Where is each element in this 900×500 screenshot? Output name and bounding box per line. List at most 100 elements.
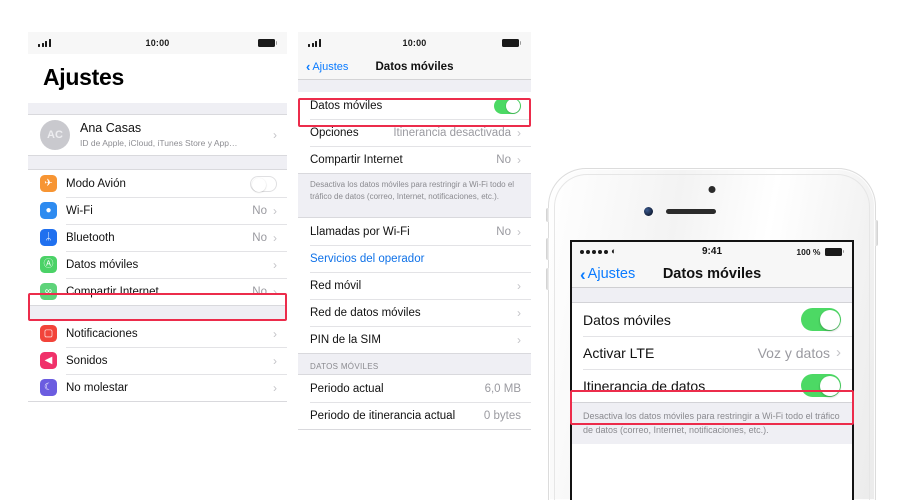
list-item[interactable]: ● Wi-Fi No › xyxy=(28,197,287,224)
list-item[interactable]: ▢ Notificaciones › xyxy=(28,320,287,347)
chevron-left-icon: ‹ xyxy=(306,59,311,74)
list-item[interactable]: Ⓐ Datos móviles › xyxy=(28,251,287,278)
notifications-group: ▢ Notificaciones › ◀ Sonidos › ☾ No molestar › xyxy=(28,319,287,402)
power-button[interactable] xyxy=(875,220,878,246)
earpiece-speaker-icon xyxy=(666,209,716,214)
list-item-value: Voz y datos xyxy=(757,344,830,361)
chevron-right-icon: › xyxy=(836,344,841,361)
page-title: Ajustes xyxy=(28,54,287,103)
list-item[interactable]: Periodo actual 6,0 MB xyxy=(298,375,531,403)
list-item[interactable]: ◀ Sonidos › xyxy=(28,347,287,374)
section-gap xyxy=(298,80,531,92)
silent-switch[interactable] xyxy=(546,208,549,222)
list-item-label: Datos móviles xyxy=(310,99,383,112)
cellular-main-group: Datos móviles Opciones Itinerancia desacti… xyxy=(298,92,531,174)
airplane-icon: ✈ xyxy=(40,175,57,192)
phone-nav-bar: ‹ Ajustes Datos móviles xyxy=(572,261,852,288)
list-item-label: Compartir Internet xyxy=(66,285,159,298)
list-item-value: No xyxy=(252,285,267,298)
phone-status-bar: ◐ 9:41 100 % xyxy=(572,242,852,261)
list-item-label: Bluetooth xyxy=(66,231,115,244)
wifi-icon: ● xyxy=(40,202,57,219)
list-item[interactable]: Red de datos móviles › xyxy=(298,299,531,327)
chevron-right-icon: › xyxy=(273,257,277,272)
list-item[interactable]: ☾ No molestar › xyxy=(28,374,287,401)
list-item-label: Modo Avión xyxy=(66,177,126,190)
list-item[interactable]: ᛦ Bluetooth No › xyxy=(28,224,287,251)
toggle-switch[interactable] xyxy=(801,374,841,397)
chevron-right-icon: › xyxy=(517,305,521,320)
back-button-label: Ajustes xyxy=(312,60,349,73)
settings-panel-ajustes: 10:00 Ajustes AC Ana Casas ID de Apple, … xyxy=(28,32,287,478)
list-item-label: Red de datos móviles xyxy=(310,306,421,319)
list-item-label: Wi-Fi xyxy=(66,204,93,217)
sounds-icon: ◀ xyxy=(40,352,57,369)
chevron-right-icon: › xyxy=(273,353,277,368)
list-item[interactable]: Activar LTE Voz y datos › xyxy=(572,336,852,369)
notifications-icon: ▢ xyxy=(40,325,57,342)
chevron-right-icon: › xyxy=(273,284,277,299)
list-item[interactable]: Itinerancia de datos xyxy=(572,369,852,402)
usage-group: Periodo actual 6,0 MB Periodo de itineranc… xyxy=(298,374,531,431)
chevron-right-icon: › xyxy=(273,380,277,395)
toggle-switch[interactable] xyxy=(494,97,521,114)
list-item-value: No xyxy=(496,225,511,238)
list-item-value: Itinerancia desactivada xyxy=(393,126,511,139)
account-row[interactable]: AC Ana Casas ID de Apple, iCloud, iTunes… xyxy=(28,115,287,155)
status-bar: 10:00 xyxy=(298,32,531,54)
phone-footnote: Desactiva los datos móviles para restrin… xyxy=(572,403,852,444)
status-time: 10:00 xyxy=(145,38,170,48)
toggle-switch[interactable] xyxy=(801,308,841,331)
list-item[interactable]: Datos móviles xyxy=(572,303,852,336)
chevron-right-icon: › xyxy=(273,203,277,218)
list-item[interactable]: PIN de la SIM › xyxy=(298,326,531,354)
chevron-right-icon: › xyxy=(517,224,521,239)
toggle-knob xyxy=(819,375,840,396)
toggle-knob xyxy=(819,309,840,330)
list-item[interactable]: Compartir Internet No › xyxy=(298,146,531,173)
volume-down-button[interactable] xyxy=(546,268,549,290)
cellular-antenna-icon: Ⓐ xyxy=(40,256,57,273)
chevron-right-icon: › xyxy=(517,152,521,167)
section-gap xyxy=(28,156,287,169)
list-item-label: Servicios del operador xyxy=(310,252,425,265)
list-item[interactable]: Red móvil › xyxy=(298,272,531,300)
list-item-label: Compartir Internet xyxy=(310,153,403,166)
section-header-datos-moviles: DATOS MÓVILES xyxy=(298,354,531,375)
list-item[interactable]: Opciones Itinerancia desactivada › xyxy=(298,119,531,146)
list-item[interactable]: ✈ Modo Avión xyxy=(28,170,287,197)
toggle-switch[interactable] xyxy=(250,175,277,192)
list-item-label: Red móvil xyxy=(310,279,362,292)
list-item-label: PIN de la SIM xyxy=(310,333,381,346)
do-not-disturb-icon: ☾ xyxy=(40,379,57,396)
account-name: Ana Casas xyxy=(80,121,142,136)
list-item[interactable]: Datos móviles xyxy=(298,92,531,119)
list-item[interactable]: Llamadas por Wi-Fi No › xyxy=(298,218,531,246)
volume-up-button[interactable] xyxy=(546,238,549,260)
phone-back-button-label: Ajustes xyxy=(587,266,636,282)
chevron-left-icon: ‹ xyxy=(580,264,586,284)
section-gap xyxy=(28,103,287,114)
section-gap xyxy=(28,306,287,319)
list-item-value: No xyxy=(252,231,267,244)
phone-screen: ◐ 9:41 100 % ‹ Ajustes Datos móviles Dat… xyxy=(570,240,854,500)
list-item-label: No molestar xyxy=(66,381,128,394)
connectivity-group: ✈ Modo Avión ● Wi-Fi No › ᛦ Bluetooth No › Ⓐ Datos … xyxy=(28,169,287,306)
list-item-label: Llamadas por Wi-Fi xyxy=(310,225,410,238)
list-item-label: Periodo actual xyxy=(310,382,384,395)
bluetooth-icon: ᛦ xyxy=(40,229,57,246)
carrier-group: Llamadas por Wi-Fi No › Servicios del opera… xyxy=(298,217,531,355)
nav-bar: ‹ Ajustes Datos móviles xyxy=(298,54,531,80)
toggle-knob xyxy=(252,177,266,192)
section-gap xyxy=(298,209,531,218)
list-item[interactable]: ∞ Compartir Internet No › xyxy=(28,278,287,305)
chevron-right-icon: › xyxy=(517,278,521,293)
back-button[interactable]: ‹ Ajustes xyxy=(306,60,348,73)
list-item[interactable]: Periodo de itinerancia actual 0 bytes xyxy=(298,402,531,430)
status-time: 10:00 xyxy=(402,38,427,48)
toggle-knob xyxy=(506,98,520,113)
list-item[interactable]: Servicios del operador xyxy=(298,245,531,273)
account-subtitle: ID de Apple, iCloud, iTunes Store y App… xyxy=(80,137,238,148)
phone-back-button[interactable]: ‹ Ajustes xyxy=(580,266,635,283)
front-camera-icon xyxy=(644,207,653,216)
